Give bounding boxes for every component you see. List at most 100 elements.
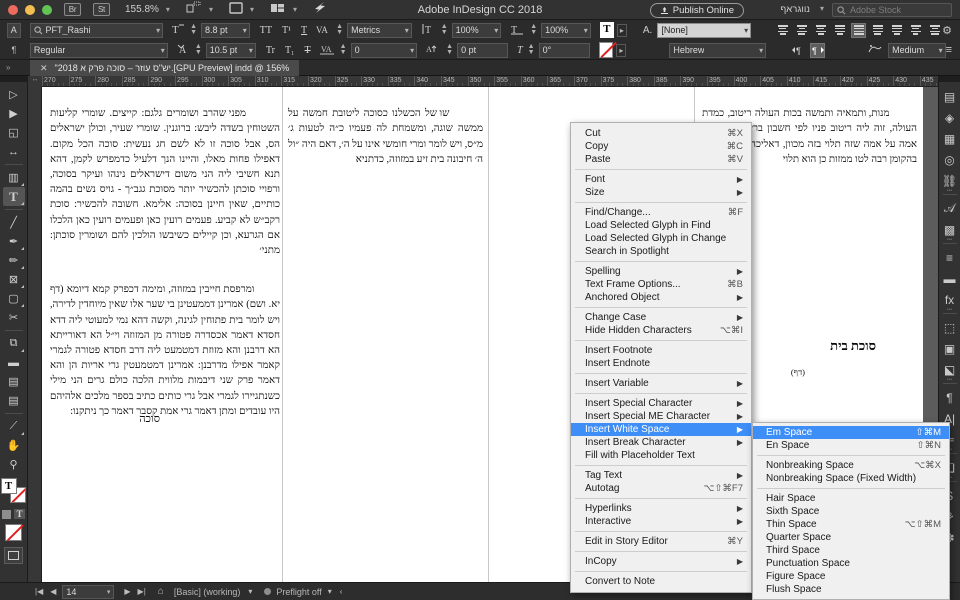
tool-flyout-triangle-icon[interactable] bbox=[20, 183, 24, 186]
horizontal-scale-stepper[interactable]: ▲ ▼ bbox=[530, 23, 537, 36]
tracking-field[interactable]: 0 ▾ bbox=[350, 42, 418, 58]
eyedropper-tool[interactable]: ⟋ bbox=[3, 417, 25, 436]
menu-item-insert-variable[interactable]: Insert Variable ▶ bbox=[571, 377, 751, 390]
menu-item-load-selected-glyph-in-find[interactable]: Load Selected Glyph in Find bbox=[571, 219, 751, 232]
font-size-stepper[interactable]: ▲ ▼ bbox=[190, 23, 197, 36]
menu-item-spelling[interactable]: Spelling ▶ bbox=[571, 265, 751, 278]
text-frame-left[interactable]: מפני שהרב ושומרים גלגם: קייצים. שומרי קל… bbox=[50, 91, 280, 273]
menu-item-size[interactable]: Size ▶ bbox=[571, 186, 751, 199]
gap-tool[interactable]: ↔ bbox=[3, 142, 25, 161]
horizontal-scale-chevron-down-icon[interactable]: ▾ bbox=[584, 24, 588, 37]
menu-item-punctuation-space[interactable]: Punctuation Space bbox=[753, 557, 949, 570]
zoom-chevron-down-icon[interactable]: ▾ bbox=[166, 5, 170, 14]
view-options-chevron-down-icon[interactable]: ▾ bbox=[209, 5, 213, 14]
pathfinder-icon[interactable]: ⬚ bbox=[941, 317, 959, 338]
vertical-scale-stepper[interactable]: ▲ ▼ bbox=[441, 23, 448, 36]
all-caps-button[interactable]: TT bbox=[260, 25, 272, 36]
line-tool[interactable]: ╱ bbox=[3, 213, 25, 232]
leading-chevron-down-icon[interactable]: ▾ bbox=[249, 44, 253, 57]
menu-item-nonbreaking-space[interactable]: Nonbreaking Space ⌥⌘X bbox=[753, 459, 949, 472]
menu-item-copy[interactable]: Copy ⌘C bbox=[571, 140, 751, 153]
character-styles-icon[interactable]: 𝒜 bbox=[941, 198, 959, 219]
screen-mode-icon[interactable] bbox=[229, 1, 243, 19]
menu-item-insert-break-character[interactable]: Insert Break Character ▶ bbox=[571, 436, 751, 449]
kerning-field[interactable]: Metrics ▾ bbox=[347, 22, 412, 38]
workspace-name[interactable]: נווגראף bbox=[780, 4, 810, 15]
panel-menu-icon[interactable]: ≡ bbox=[946, 44, 952, 56]
menu-item-incopy[interactable]: InCopy ▶ bbox=[571, 555, 751, 568]
menu-item-change-case[interactable]: Change Case ▶ bbox=[571, 311, 751, 324]
type-tool[interactable]: T bbox=[2, 187, 25, 206]
rtl-paragraph-button[interactable]: ¶ bbox=[810, 42, 826, 58]
menu-item-interactive[interactable]: Interactive ▶ bbox=[571, 515, 751, 528]
adobe-stock-search-input[interactable]: Adobe Stock bbox=[832, 3, 952, 17]
menu-item-quarter-space[interactable]: Quarter Space bbox=[753, 531, 949, 544]
justify-right-button[interactable] bbox=[889, 23, 904, 38]
content-collector-tool[interactable]: ▥ bbox=[3, 168, 25, 187]
hand-tool[interactable]: ✋ bbox=[3, 436, 25, 455]
page-number-chevron-down-icon[interactable]: ▾ bbox=[107, 588, 111, 596]
publish-online-button[interactable]: Publish Online bbox=[649, 3, 744, 18]
small-caps-button[interactable]: Tr bbox=[266, 45, 275, 56]
menu-item-insert-footnote[interactable]: Insert Footnote bbox=[571, 344, 751, 357]
skew-field[interactable]: 0° bbox=[538, 42, 590, 58]
fill-expand-button[interactable]: ▸ bbox=[616, 23, 627, 37]
tool-flyout-triangle-icon[interactable] bbox=[20, 432, 24, 435]
direct-selection-tool[interactable]: ▶ bbox=[3, 104, 25, 123]
align-left-button[interactable] bbox=[775, 23, 790, 38]
selection-tool[interactable]: ▷ bbox=[3, 85, 25, 104]
underline-button[interactable]: T bbox=[301, 25, 307, 36]
align-right-button[interactable] bbox=[813, 23, 828, 38]
superscript-button[interactable]: T¹ bbox=[282, 25, 291, 36]
menu-item-insert-special-me-character[interactable]: Insert Special ME Character ▶ bbox=[571, 410, 751, 423]
composer-chevron-down-icon[interactable]: ▾ bbox=[939, 44, 943, 57]
last-page-button[interactable]: ▶| bbox=[138, 587, 146, 596]
menu-item-nonbreaking-space-fixed-width[interactable]: Nonbreaking Space (Fixed Width) bbox=[753, 472, 949, 485]
next-page-button[interactable]: ▶ bbox=[124, 587, 130, 596]
menu-item-paste[interactable]: Paste ⌘V bbox=[571, 153, 751, 166]
page-tool[interactable]: ◱ bbox=[3, 123, 25, 142]
subscript-button[interactable]: T₁ bbox=[285, 45, 295, 56]
arrange-documents-icon[interactable] bbox=[270, 1, 286, 19]
menu-item-insert-white-space[interactable]: Insert White Space ▶ bbox=[571, 423, 751, 436]
fill-swatch-button[interactable]: T bbox=[599, 22, 614, 38]
language-chevron-down-icon[interactable]: ▾ bbox=[759, 44, 763, 57]
menu-item-autotag[interactable]: Autotag ⌥⇧⌘F7 bbox=[571, 482, 751, 495]
leading-stepper[interactable]: ▲ ▼ bbox=[195, 43, 202, 56]
workspace-chevron-down-icon[interactable]: ▾ bbox=[820, 4, 824, 13]
menu-item-fill-with-placeholder-text[interactable]: Fill with Placeholder Text bbox=[571, 449, 751, 462]
note-tool[interactable]: ▤ bbox=[3, 391, 25, 410]
ruler-origin-corner[interactable]: ↔ bbox=[28, 76, 42, 87]
menu-item-insert-special-character[interactable]: Insert Special Character ▶ bbox=[571, 397, 751, 410]
zoom-tool[interactable]: ⚲ bbox=[3, 455, 25, 474]
kerning-chevron-down-icon[interactable]: ▾ bbox=[405, 24, 409, 37]
menu-item-flush-space[interactable]: Flush Space bbox=[753, 583, 949, 596]
menu-item-edit-in-story-editor[interactable]: Edit in Story Editor ⌘Y bbox=[571, 535, 751, 548]
justify-all-button[interactable] bbox=[851, 22, 867, 38]
tool-flyout-triangle-icon[interactable] bbox=[20, 202, 24, 205]
links-icon[interactable]: ▦ bbox=[941, 128, 959, 149]
menu-item-load-selected-glyph-in-change[interactable]: Load Selected Glyph in Change bbox=[571, 232, 751, 245]
close-icon[interactable]: ✕ bbox=[40, 63, 48, 74]
gradient-feather-tool[interactable]: ▤ bbox=[3, 372, 25, 391]
horizontal-scale-field[interactable]: 100% ▾ bbox=[541, 22, 591, 38]
baseline-shift-field[interactable]: 0 pt bbox=[457, 42, 509, 58]
paragraph-icon[interactable]: ≡ bbox=[941, 247, 959, 268]
minimize-window-button[interactable] bbox=[25, 4, 35, 15]
menu-item-third-space[interactable]: Third Space bbox=[753, 544, 949, 557]
vertical-ruler[interactable] bbox=[28, 87, 42, 582]
skew-stepper[interactable]: ▲ ▼ bbox=[528, 43, 535, 56]
apply-color-mode-group[interactable]: T bbox=[2, 509, 25, 519]
frame-tool[interactable]: ⊠ bbox=[3, 270, 25, 289]
align-toward-spine-button[interactable] bbox=[908, 23, 923, 38]
pen-tool[interactable]: ✒ bbox=[3, 232, 25, 251]
gradient-swatch-tool[interactable]: ▬ bbox=[3, 353, 25, 372]
tab-overflow-icon[interactable]: » bbox=[6, 63, 10, 72]
ltr-paragraph-button[interactable]: ¶ bbox=[790, 43, 805, 58]
composer-field[interactable]: Medium ▾ bbox=[888, 42, 946, 58]
character-style-chevron-down-icon[interactable]: ▾ bbox=[744, 24, 748, 37]
menu-item-tag-text[interactable]: Tag Text ▶ bbox=[571, 469, 751, 482]
menu-item-hide-hidden-characters[interactable]: Hide Hidden Characters ⌥⌘I bbox=[571, 324, 751, 337]
zoom-level-value[interactable]: 155.8% bbox=[125, 4, 159, 15]
font-family-chevron-down-icon[interactable]: ▾ bbox=[156, 24, 160, 37]
